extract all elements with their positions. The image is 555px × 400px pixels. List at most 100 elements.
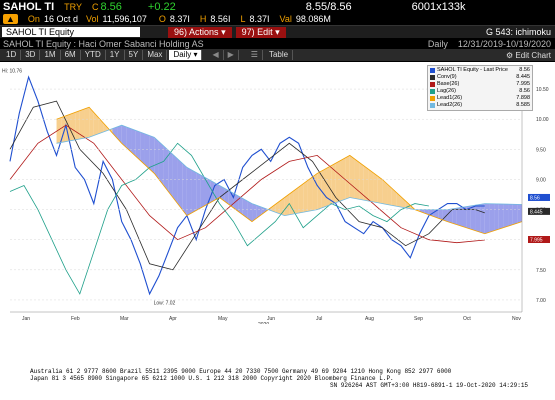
cloud-segment	[298, 183, 304, 214]
cloud-segment	[149, 135, 155, 174]
x-tick-label: Feb	[71, 316, 80, 322]
tab-6m[interactable]: 6M	[61, 50, 81, 60]
axis-strip	[0, 324, 555, 362]
cloud-segment	[84, 107, 90, 139]
series-lag-26-	[9, 142, 429, 295]
x-tick-label: Oct	[463, 316, 471, 322]
cloud-segment	[480, 203, 485, 234]
footer-line-2: Japan 81 3 4565 8900 Singapore 65 6212 1…	[30, 375, 394, 382]
edit-num: 97)	[241, 26, 255, 37]
period: Daily	[427, 38, 448, 49]
cloud-segment	[484, 203, 490, 234]
zoom-in-icon[interactable]: ▶	[224, 50, 239, 60]
footer: Australia 61 2 9777 8600 Brazil 5511 239…	[0, 362, 555, 400]
legend-name: Lead2(26)	[437, 102, 463, 108]
val-label: Val	[279, 14, 292, 24]
y-tick-label: 9.50	[536, 147, 546, 153]
table-tab[interactable]: Table	[265, 50, 294, 60]
legend-name: SAHOL TI Equity - Last Price	[437, 67, 508, 73]
cloud-segment	[470, 205, 476, 231]
y-tick-label: 10.00	[536, 117, 549, 123]
last-price: 8.56	[100, 0, 122, 13]
actions-button[interactable]: 96) Actions ▾	[168, 26, 232, 38]
vol-label: Vol	[85, 14, 99, 24]
legend-value: 8.56	[519, 67, 530, 73]
alert-icon[interactable]: ▲	[3, 14, 18, 24]
legend-entry[interactable]: Lead2(26) 8.585	[430, 102, 530, 109]
edit-chart-label: Edit Chart	[515, 50, 551, 60]
edit-label: Edit	[257, 26, 273, 37]
price-change: +0.22	[147, 0, 176, 13]
legend-value: 7.898	[516, 95, 530, 101]
legend-swatch	[430, 103, 435, 108]
cloud-segment	[293, 187, 299, 214]
legend-entry[interactable]: SAHOL TI Equity - Last Price 8.56	[430, 67, 530, 74]
cloud-segment	[345, 155, 350, 200]
x-tick-label: Sep	[414, 316, 423, 322]
legend-value: 7.995	[516, 81, 530, 87]
tab-ytd[interactable]: YTD	[81, 50, 106, 60]
price-tags: 8.56 8.445 7.995	[528, 193, 550, 244]
x-tick-label: May	[218, 316, 228, 322]
quote-details: ▲ On 16 Oct d Vol 11,596,107 O 8.37I H 8…	[0, 13, 555, 25]
cloud-segment	[373, 172, 378, 203]
value-traded: 98.086M	[295, 14, 331, 24]
tab-5y[interactable]: 5Y	[125, 50, 144, 60]
legend-name: Lead1(26)	[437, 95, 463, 101]
cloud-segment	[205, 177, 211, 206]
series-base-26-	[9, 124, 485, 244]
cloud-segment	[191, 169, 197, 214]
cloud-segment	[172, 154, 178, 204]
date-label: On	[27, 14, 40, 24]
chart-type-icon[interactable]: ☰	[247, 50, 263, 60]
y-tick-label: 9.00	[536, 177, 546, 183]
cloud-segment	[70, 112, 76, 141]
frequency-select[interactable]: Daily ▾	[169, 50, 203, 60]
ichimoku-chart[interactable]: 7.007.508.008.509.009.5010.0010.50 JanFe…	[0, 62, 555, 328]
legend-entry[interactable]: Base(26) 7.995	[430, 81, 530, 88]
edit-chart-button[interactable]: ⚙ Edit Chart	[506, 51, 551, 60]
currency: TRY	[64, 1, 82, 12]
cloud-segment	[321, 168, 327, 208]
legend-entry[interactable]: Conv(9) 8.445	[430, 74, 530, 81]
legend-value: 8.56	[519, 88, 530, 94]
cloud-segment	[158, 141, 164, 186]
zoom-out-icon[interactable]: ◀	[208, 50, 224, 60]
low-price: 8.37I	[249, 14, 270, 24]
date-range[interactable]: 12/31/2019-10/19/2020	[458, 39, 551, 49]
low-annotation: Low: 7.02	[154, 301, 176, 307]
cloud-segment	[75, 110, 80, 140]
tab-3d[interactable]: 3D	[21, 50, 41, 60]
tab-1m[interactable]: 1M	[40, 50, 61, 60]
cloud-segment	[512, 204, 518, 225]
legend-swatch	[430, 68, 435, 73]
legend-value: 8.445	[516, 74, 530, 80]
cloud-segment	[517, 204, 522, 224]
tab-1d[interactable]: 1D	[2, 50, 22, 60]
cloud-segment	[200, 175, 206, 208]
price-tag-label: 8.56	[530, 195, 540, 201]
edit-button[interactable]: 97) Edit ▾	[235, 26, 286, 38]
tab-max[interactable]: Max	[143, 50, 168, 60]
high-annotation: Hi: 10.76	[2, 68, 22, 74]
x-tick-label: Jan	[22, 316, 30, 322]
security-field[interactable]: SAHOL TI Equity	[2, 27, 140, 37]
legend-entry[interactable]: Lag(26) 8.56	[430, 88, 530, 95]
actions-num: 96)	[174, 26, 188, 37]
legend-name: Lag(26)	[437, 88, 456, 94]
ticker: SAHOL TI	[3, 0, 55, 13]
footer-line-1: Australia 61 2 9777 8600 Brazil 5511 239…	[30, 368, 452, 375]
bid-ask-size: 6001x133k	[411, 0, 466, 13]
x-axis: JanFebMarAprMayJunJulAugSepOctNov2020	[10, 311, 522, 328]
x-tick-label: Jul	[316, 316, 322, 322]
legend-entry[interactable]: Lead1(26) 7.898	[430, 95, 530, 102]
legend[interactable]: SAHOL TI Equity - Last Price 8.56 Conv(9) 8…	[427, 65, 533, 111]
cloud-segment	[498, 203, 504, 230]
legend-swatch	[430, 96, 435, 101]
open-price: 8.37I	[169, 14, 190, 24]
cloud-segment	[93, 112, 99, 136]
last-prefix: C	[91, 1, 99, 12]
tab-1y[interactable]: 1Y	[106, 50, 125, 60]
chart-title: SAHOL TI Equity : Haci Omer Sabanci Hold…	[3, 38, 204, 49]
cloud-segment	[349, 155, 355, 199]
